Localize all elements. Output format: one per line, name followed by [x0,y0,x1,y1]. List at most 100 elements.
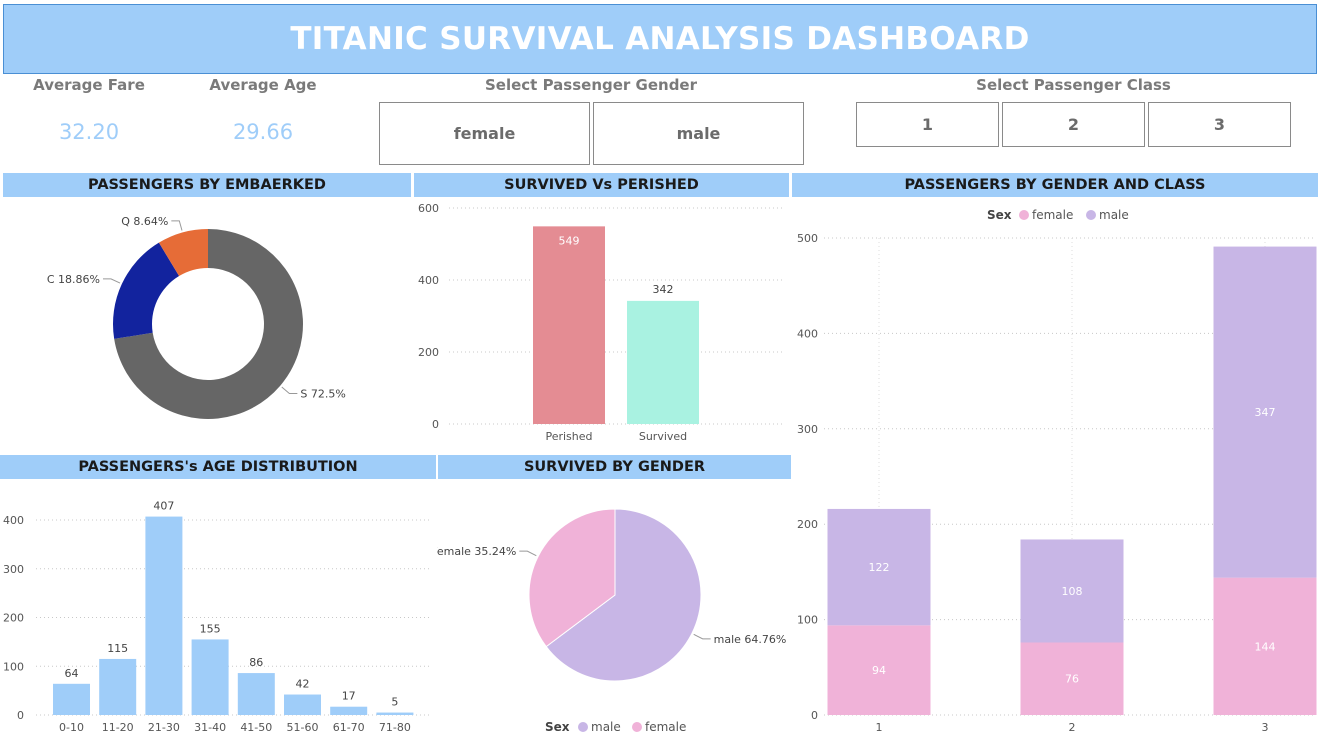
age-xtick: 31-40 [194,721,226,734]
age-header: PASSENGERS's AGE DISTRIBUTION [0,455,436,479]
gender-leader-male [693,633,711,640]
gender-option-female[interactable]: female [379,102,590,165]
survived-bar-perished [533,226,605,424]
genderclass-data-label: 76 [1065,673,1079,686]
age-bar [99,658,137,715]
genderclass-legend-marker-male [1086,210,1096,220]
class-option-1[interactable]: 1 [856,102,999,147]
class-slicer-title: Select Passenger Class [976,76,1171,94]
avg-fare-label: Average Fare [33,76,145,94]
avg-age-label: Average Age [209,76,317,94]
age-data-label: 115 [107,642,128,655]
genderclass-header: PASSENGERS BY GENDER AND CLASS [792,173,1318,197]
age-xtick: 61-70 [333,721,365,734]
age-data-label: 407 [153,500,174,513]
genderclass-legend-label-male: male [1099,208,1129,222]
age-xtick: 51-60 [287,721,319,734]
gender-legend-marker-female [632,722,642,732]
survived-data-label: 342 [653,283,674,296]
class-option-3[interactable]: 3 [1148,102,1291,147]
survived-ytick: 200 [418,346,439,359]
age-ytick: 100 [3,660,24,673]
gender-label-male: male 64.76% [714,633,787,646]
genderclass-xtick: 2 [1069,721,1076,734]
embarked-donut-chart: S 72.5% C 18.86% Q 8.64% [47,215,346,419]
survived-ytick: 0 [432,418,439,431]
survived-bar-survived [627,300,699,424]
age-data-label: 5 [391,696,398,709]
survived-title: SURVIVED Vs PERISHED [504,177,699,193]
age-xtick: 41-50 [240,721,272,734]
avg-age-value: 29.66 [232,120,294,144]
survived-ytick: 600 [418,202,439,215]
genderclass-ytick: 200 [797,518,818,531]
gender-legend-marker-male [578,722,588,732]
dashboard-title: TITANIC SURVIVAL ANALYSIS DASHBOARD [290,21,1030,57]
survived-ytick: 400 [418,274,439,287]
embarked-leader-S [281,386,298,394]
age-bar [237,673,275,715]
survived-header: SURVIVED Vs PERISHED [414,173,789,197]
age-title: PASSENGERS's AGE DISTRIBUTION [78,459,358,475]
survived-bar-chart: 0 200 400 600 549 Perished 342 Survived [418,202,785,443]
age-data-label: 17 [342,690,356,703]
genderclass-legend-label-female: female [1032,208,1073,222]
age-xtick: 11-20 [102,721,134,734]
age-ytick: 300 [3,563,24,576]
age-bar [53,683,90,715]
genderclass-ytick: 0 [811,709,818,722]
embarked-leader-C [102,278,121,284]
embarked-leader-Q [171,220,183,231]
genderclass-data-label: 144 [1255,640,1276,653]
age-data-label: 155 [200,622,221,635]
embarked-label-Q: Q 8.64% [121,215,168,228]
age-data-label: 64 [65,667,79,680]
age-bar [145,516,183,715]
age-data-label: 86 [249,656,263,669]
genderclass-legend-marker-female [1019,210,1029,220]
embarked-header: PASSENGERS BY EMBAERKED [3,173,411,197]
genderclass-ytick: 300 [797,423,818,436]
gender-legend-title: Sex [545,720,570,734]
age-bar [191,639,229,715]
gender-legend-label-female: female [645,720,686,734]
class-option-2[interactable]: 2 [1002,102,1145,147]
age-ytick: 400 [3,514,24,527]
survived-data-label: 549 [559,234,580,247]
genderclass-ytick: 500 [797,232,818,245]
survived-xtick: Survived [639,430,687,443]
survived-by-gender-pie: male 64.76% female 35.24% Sex male female [437,508,787,734]
age-distribution-chart: 0 100 200 300 400 64 0-10 115 11-20 407 21-30 155 31… [3,500,432,734]
genderclass-ytick: 100 [797,614,818,627]
gender-leader-female [519,550,537,557]
gender-label-female: female 35.24% [437,545,516,558]
genderclass-stacked-chart: 0 100 200 300 400 500 94 122 1 76 108 2 144 347 3 Sex fe… [797,208,1317,734]
genderclass-data-label: 94 [872,664,886,677]
genderclass-data-label: 347 [1255,406,1276,419]
genderclass-legend-title: Sex [987,208,1012,222]
embarked-label-S: S 72.5% [300,387,345,400]
genderclass-xtick: 3 [1262,721,1269,734]
genderclass-xtick: 1 [876,721,883,734]
embarked-title: PASSENGERS BY EMBAERKED [88,177,326,193]
gender-legend-label-male: male [591,720,621,734]
age-bar [330,706,368,715]
age-bar [284,694,321,715]
gender-survival-header: SURVIVED BY GENDER [438,455,791,479]
avg-fare-value: 32.20 [58,120,120,144]
genderclass-title: PASSENGERS BY GENDER AND CLASS [904,177,1206,193]
age-xtick: 0-10 [59,721,84,734]
gender-slicer-title: Select Passenger Gender [485,76,697,94]
dashboard-title-bar: TITANIC SURVIVAL ANALYSIS DASHBOARD [3,4,1317,74]
genderclass-ytick: 400 [797,327,818,340]
embarked-label-C: C 18.86% [47,273,100,286]
age-ytick: 200 [3,612,24,625]
age-xtick: 71-80 [379,721,411,734]
age-xtick: 21-30 [148,721,180,734]
survived-xtick: Perished [545,430,592,443]
age-ytick: 0 [17,709,24,722]
genderclass-data-label: 108 [1062,585,1083,598]
genderclass-data-label: 122 [869,561,890,574]
gender-option-male[interactable]: male [593,102,804,165]
age-bar [376,712,414,715]
